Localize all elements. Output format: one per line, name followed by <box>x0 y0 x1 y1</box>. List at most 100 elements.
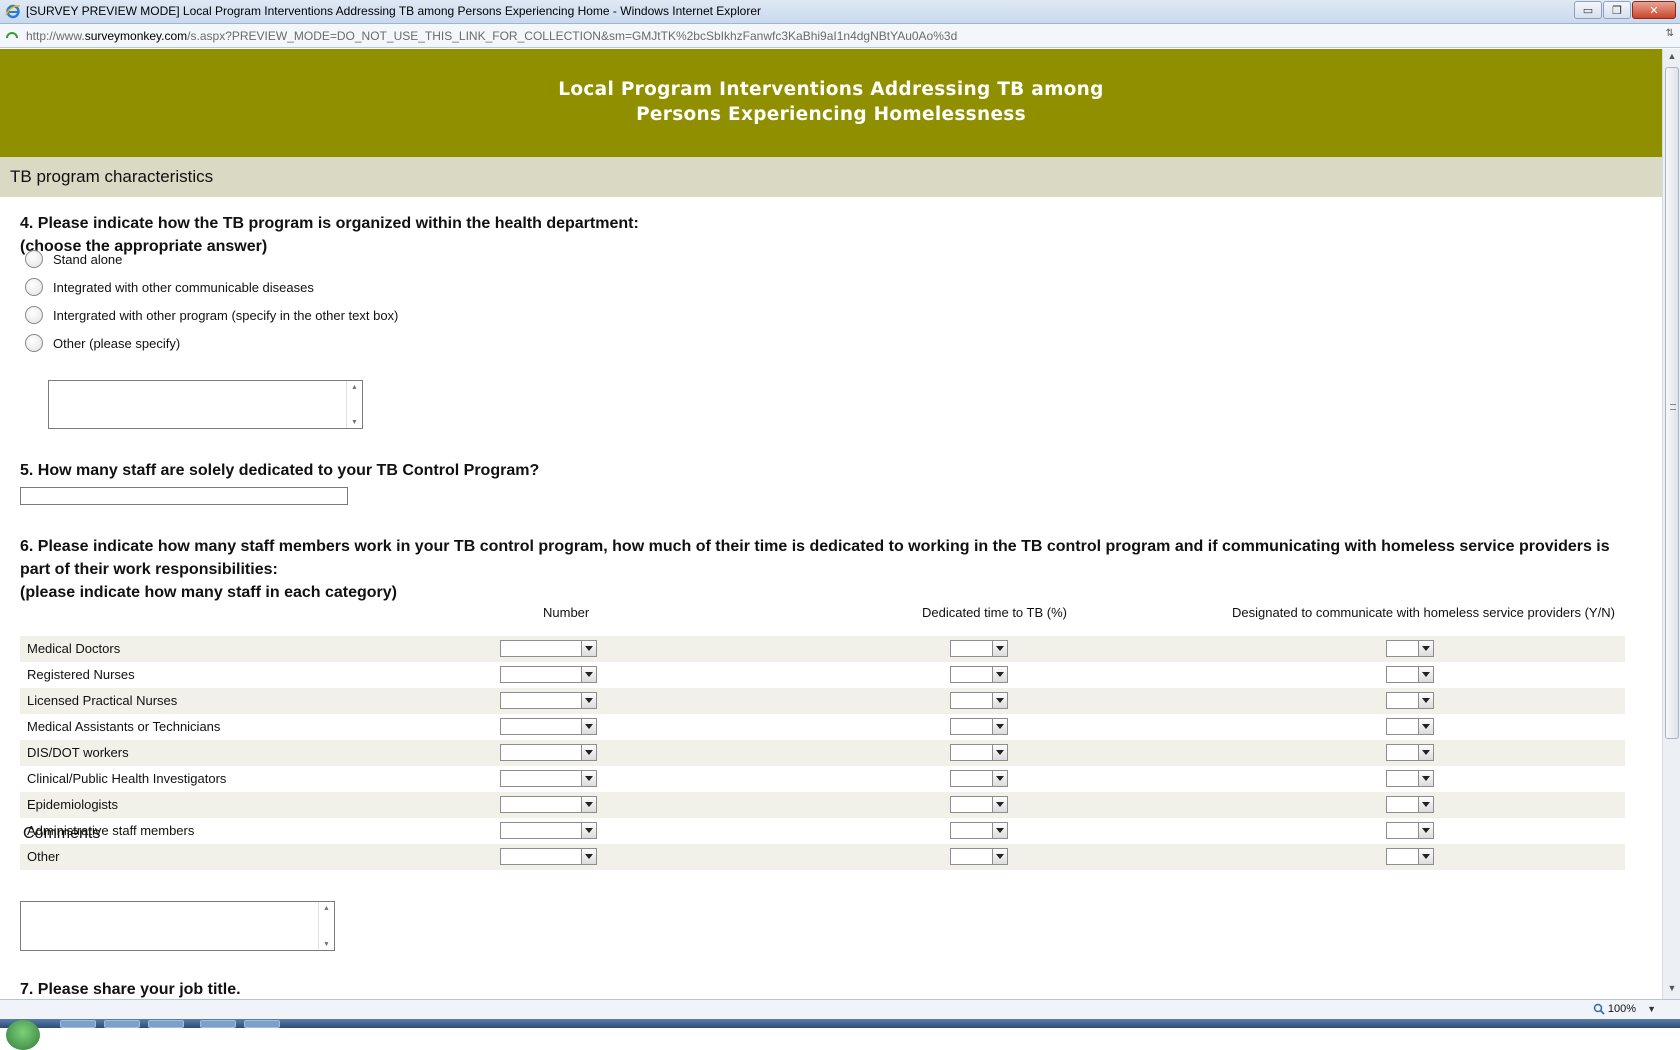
chevron-down-icon[interactable] <box>581 667 596 682</box>
designated-yn-select[interactable] <box>1386 848 1434 865</box>
zoom-level: 100% <box>1607 1003 1636 1015</box>
chevron-down-icon[interactable] <box>992 849 1007 864</box>
start-button[interactable] <box>6 1020 40 1050</box>
chevron-down-icon[interactable] <box>581 641 596 656</box>
radio-button[interactable] <box>25 306 43 324</box>
column-header-designated: Designated to communicate with homeless … <box>1232 605 1615 620</box>
chevron-down-icon[interactable] <box>992 771 1007 786</box>
taskbar-item[interactable] <box>148 1020 184 1028</box>
question-5-text: 5. How many staff are solely dedicated t… <box>20 462 540 479</box>
q5-staff-count-input[interactable] <box>20 487 348 505</box>
chevron-down-icon[interactable] <box>1418 693 1433 708</box>
number-select[interactable] <box>500 692 597 709</box>
taskbar-item[interactable] <box>244 1020 280 1028</box>
designated-yn-select[interactable] <box>1386 666 1434 683</box>
radio-button[interactable] <box>25 250 43 268</box>
dedicated-time-select[interactable] <box>950 822 1008 839</box>
chevron-down-icon[interactable] <box>581 771 596 786</box>
dedicated-time-select[interactable] <box>950 640 1008 657</box>
chevron-down-icon[interactable] <box>1418 771 1433 786</box>
taskbar-item[interactable] <box>60 1020 96 1028</box>
zoom-control[interactable]: 100% <box>1593 1003 1636 1015</box>
chevron-down-icon[interactable] <box>581 745 596 760</box>
q4-option-integrated-other-program[interactable]: Intergrated with other program (specify … <box>25 304 398 326</box>
chevron-down-icon[interactable] <box>1418 641 1433 656</box>
chevron-down-icon[interactable] <box>1418 797 1433 812</box>
matrix-row: Registered Nurses <box>20 662 1625 688</box>
comments-label: Comments <box>23 825 101 842</box>
chevron-down-icon[interactable] <box>1418 745 1433 760</box>
scroll-up-icon[interactable]: ▲ <box>1666 51 1678 65</box>
number-select[interactable] <box>500 770 597 787</box>
dedicated-time-select[interactable] <box>950 744 1008 761</box>
matrix-row-label: Licensed Practical Nurses <box>27 693 178 708</box>
taskbar-item[interactable] <box>200 1020 236 1028</box>
q4-option-other[interactable]: Other (please specify) <box>25 332 180 354</box>
taskbar-item[interactable] <box>104 1020 140 1028</box>
zoom-dropdown-icon[interactable]: ▼ <box>1647 1004 1656 1014</box>
chevron-down-icon[interactable] <box>581 823 596 838</box>
chevron-down-icon[interactable] <box>992 641 1007 656</box>
q4-other-specify-textarea[interactable]: ▲ ▼ <box>48 380 363 429</box>
radio-label: Other (please specify) <box>53 335 181 351</box>
number-select[interactable] <box>500 822 597 839</box>
textarea-scrollbar[interactable]: ▲ ▼ <box>346 381 362 428</box>
chevron-down-icon[interactable] <box>581 693 596 708</box>
dedicated-time-select[interactable] <box>950 848 1008 865</box>
number-select[interactable] <box>500 796 597 813</box>
chevron-down-icon[interactable] <box>581 719 596 734</box>
close-button[interactable]: ✕ <box>1632 1 1676 19</box>
scrollbar-thumb[interactable] <box>1665 67 1679 739</box>
designated-yn-select[interactable] <box>1386 744 1434 761</box>
scroll-down-icon[interactable]: ▼ <box>1666 983 1678 997</box>
restore-button[interactable]: ❐ <box>1603 1 1631 19</box>
dedicated-time-select[interactable] <box>950 718 1008 735</box>
loading-page-icon <box>6 32 18 39</box>
number-select[interactable] <box>500 640 597 657</box>
chevron-down-icon[interactable] <box>992 719 1007 734</box>
chevron-down-icon[interactable] <box>992 797 1007 812</box>
designated-yn-select[interactable] <box>1386 796 1434 813</box>
number-select[interactable] <box>500 718 597 735</box>
minimize-button[interactable]: ▭ <box>1574 1 1602 19</box>
address-dropdown-icon[interactable]: ⇅ <box>1666 28 1674 39</box>
q6-comments-textarea[interactable]: ▲ ▼ <box>20 901 335 951</box>
designated-yn-select[interactable] <box>1386 770 1434 787</box>
dedicated-time-select[interactable] <box>950 666 1008 683</box>
chevron-down-icon[interactable] <box>1418 823 1433 838</box>
page-scrollbar[interactable]: ▲ ▼ <box>1662 49 1680 999</box>
chevron-down-icon[interactable] <box>992 745 1007 760</box>
designated-yn-select[interactable] <box>1386 822 1434 839</box>
chevron-down-icon[interactable] <box>992 693 1007 708</box>
dedicated-time-select[interactable] <box>950 692 1008 709</box>
designated-yn-select[interactable] <box>1386 718 1434 735</box>
number-select[interactable] <box>500 744 597 761</box>
number-select[interactable] <box>500 666 597 683</box>
q4-option-stand-alone[interactable]: Stand alone <box>25 248 122 270</box>
number-select[interactable] <box>500 848 597 865</box>
chevron-down-icon[interactable] <box>1418 719 1433 734</box>
question-6-text: 6. Please indicate how many staff member… <box>20 538 1610 601</box>
matrix-row: Medical Doctors <box>20 636 1625 662</box>
survey-title: Local Program Interventions Addressing T… <box>558 79 1104 125</box>
chevron-down-icon[interactable] <box>581 849 596 864</box>
matrix-row: DIS/DOT workers <box>20 740 1625 766</box>
matrix-row: Administrative staff members <box>20 818 1625 844</box>
radio-button[interactable] <box>25 278 43 296</box>
chevron-down-icon[interactable] <box>992 667 1007 682</box>
radio-button[interactable] <box>25 334 43 352</box>
address-bar[interactable]: http://www.surveymonkey.com/s.aspx?PREVI… <box>0 24 1680 48</box>
q4-option-integrated-communicable[interactable]: Integrated with other communicable disea… <box>25 276 314 298</box>
url-text[interactable]: http://www.surveymonkey.com/s.aspx?PREVI… <box>26 29 957 43</box>
designated-yn-select[interactable] <box>1386 640 1434 657</box>
designated-yn-select[interactable] <box>1386 692 1434 709</box>
chevron-down-icon[interactable] <box>581 797 596 812</box>
textarea-scrollbar[interactable]: ▲ ▼ <box>318 902 334 950</box>
chevron-down-icon[interactable] <box>992 823 1007 838</box>
matrix-row-label: Medical Assistants or Technicians <box>27 719 221 734</box>
chevron-down-icon[interactable] <box>1418 667 1433 682</box>
chevron-down-icon[interactable] <box>1418 849 1433 864</box>
radio-label: Intergrated with other program (specify … <box>53 307 399 323</box>
dedicated-time-select[interactable] <box>950 770 1008 787</box>
dedicated-time-select[interactable] <box>950 796 1008 813</box>
